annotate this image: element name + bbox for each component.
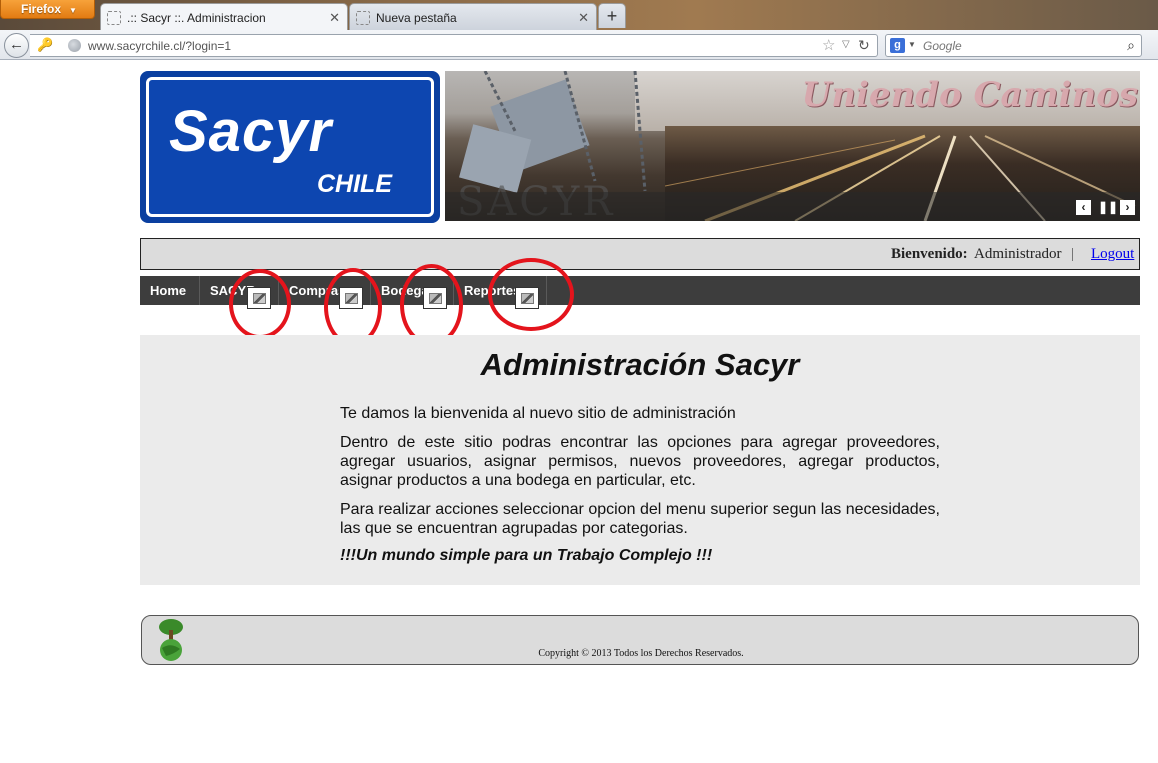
description-paragraph: Dentro de este sitio podras encontrar la… xyxy=(340,434,940,489)
page-favicon-icon xyxy=(356,11,370,25)
logout-link[interactable]: Logout xyxy=(1091,246,1134,263)
reload-icon[interactable]: ↻ xyxy=(858,37,870,54)
welcome-username: Administrador xyxy=(974,246,1062,262)
url-bar[interactable]: 🔑 www.sacyrchile.cl/?login=1 ☆ ▽ ↻ xyxy=(30,34,878,57)
close-icon[interactable]: ✕ xyxy=(578,10,589,26)
globe-icon xyxy=(68,39,81,52)
search-bar[interactable]: g ▼ Google ⌕ xyxy=(885,34,1142,57)
history-dropdown-icon[interactable]: ▽ xyxy=(842,39,850,50)
pause-slide-icon[interactable]: ❚❚ xyxy=(1098,200,1118,215)
prev-slide-icon[interactable]: ‹ xyxy=(1076,200,1091,215)
footer: Copyright © 2013 Todos los Derechos Rese… xyxy=(141,615,1139,665)
welcome-label: Bienvenido: xyxy=(891,246,968,262)
logo-subtitle: CHILE xyxy=(317,170,392,198)
close-icon[interactable]: ✕ xyxy=(329,10,340,26)
page-title: Administración Sacyr xyxy=(480,347,800,382)
chevron-down-icon: ▼ xyxy=(69,6,77,15)
firefox-menu-label: Firefox xyxy=(21,2,62,16)
separator: | xyxy=(1071,246,1075,262)
sacyr-logo: Sacyr CHILE xyxy=(140,71,440,223)
browser-tabstrip: Firefox ▼ .:: Sacyr ::. Administracion ✕ … xyxy=(0,0,1158,30)
header-banner: Uniendo Caminos SACYR ‹ ❚❚ › xyxy=(445,71,1140,221)
banner-slogan: Uniendo Caminos xyxy=(801,75,1138,115)
search-icon[interactable]: ⌕ xyxy=(1127,37,1135,54)
back-arrow-icon[interactable]: ← xyxy=(4,33,29,58)
instructions-paragraph: Para realizar acciones seleccionar opcio… xyxy=(340,501,940,537)
new-tab-button[interactable]: + xyxy=(598,3,626,28)
next-slide-icon[interactable]: › xyxy=(1120,200,1135,215)
annotation-circle xyxy=(229,269,291,339)
google-icon[interactable]: g xyxy=(890,38,905,53)
intro-paragraph: Te damos la bienvenida al nuevo sitio de… xyxy=(340,405,736,422)
chevron-down-icon[interactable]: ▼ xyxy=(908,40,916,49)
logo-wordmark: Sacyr xyxy=(169,99,333,164)
url-text[interactable]: www.sacyrchile.cl/?login=1 xyxy=(88,39,231,53)
menu-item-home[interactable]: Home xyxy=(140,276,200,305)
tab-administracion[interactable]: .:: Sacyr ::. Administracion ✕ xyxy=(100,3,348,30)
page-favicon-icon xyxy=(107,11,121,25)
firefox-menu-button[interactable]: Firefox ▼ xyxy=(0,0,95,19)
slogan-text: !!!Un mundo simple para un Trabajo Compl… xyxy=(340,547,713,564)
annotation-circle xyxy=(400,264,463,346)
browser-navbar: ← 🔑 www.sacyrchile.cl/?login=1 ☆ ▽ ↻ g ▼… xyxy=(0,30,1158,60)
logo-frame: Sacyr CHILE xyxy=(146,77,434,217)
annotation-circle xyxy=(488,258,574,331)
search-input[interactable]: Google xyxy=(923,39,962,53)
key-icon[interactable]: 🔑 xyxy=(37,37,53,53)
menu-item-label: Home xyxy=(150,283,187,298)
bookmark-star-icon[interactable]: ☆ xyxy=(822,36,835,54)
tab-nueva-pestana[interactable]: Nueva pestaña ✕ xyxy=(349,3,597,30)
tab-title: .:: Sacyr ::. Administracion xyxy=(127,11,266,25)
welcome-bar: Bienvenido: Administrador | Logout xyxy=(140,238,1140,270)
copyright-text: Copyright © 2013 Todos los Derechos Rese… xyxy=(538,648,744,659)
tab-title: Nueva pestaña xyxy=(376,11,457,25)
banner-control-bar xyxy=(445,192,1140,221)
main-content: Administración Sacyr Te damos la bienven… xyxy=(140,335,1140,585)
